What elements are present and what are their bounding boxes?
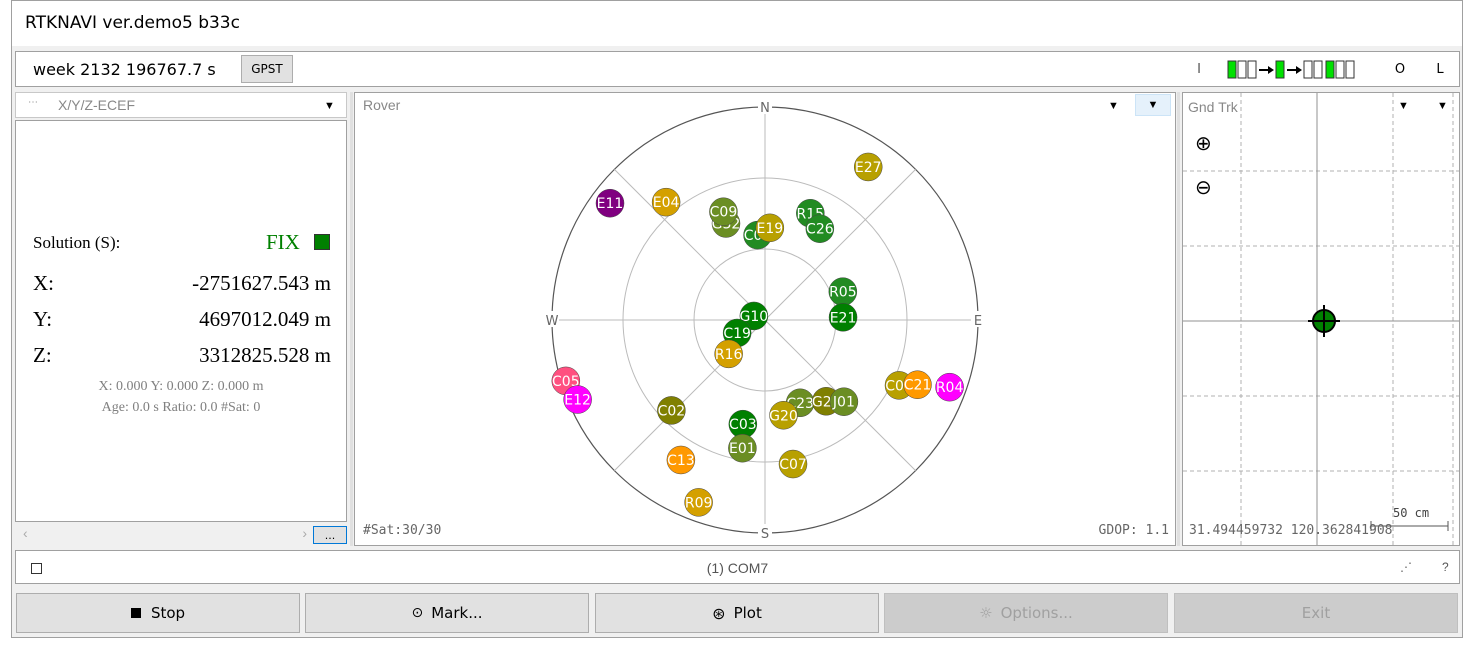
solution-status: FIX	[266, 230, 300, 254]
position-marker-icon	[1308, 305, 1340, 337]
plot-button[interactable]: ⊛ Plot	[595, 593, 879, 633]
ground-track-grid	[1183, 93, 1459, 545]
solution-display: Solution (S): FIX X: -2751627.543 m Y: 4…	[15, 120, 347, 522]
satellite-label: J01	[832, 395, 855, 411]
status-bar: (1) COM7 ⋰ ?	[15, 550, 1460, 584]
satellite-label: R16	[715, 347, 743, 363]
track-coordinates: 31.494459732 120.362841908	[1189, 523, 1393, 538]
satellite-label: E01	[729, 441, 756, 457]
satellite-label: C03	[729, 417, 757, 433]
y-value: 4697012.049 m	[199, 307, 331, 331]
z-value: 3312825.528 m	[199, 343, 331, 367]
options-button[interactable]: ☼ Options...	[884, 593, 1168, 633]
list-icon: ⋯	[28, 97, 38, 108]
splitter-right[interactable]	[1177, 92, 1180, 546]
satellite-label: R05	[829, 285, 857, 301]
stream-indicator	[1226, 60, 1378, 80]
gdop-value: GDOP: 1.1	[1098, 523, 1169, 538]
satellite-label: E12	[564, 393, 591, 409]
scroll-right-icon[interactable]: ›	[302, 525, 307, 541]
track-scale: 50 cm	[1393, 506, 1430, 520]
satellite-label: C02	[658, 403, 686, 419]
satellite-label: E27	[855, 160, 882, 176]
output-stream-button[interactable]: O	[1382, 55, 1418, 83]
track-menu-chevron-icon[interactable]: ▼	[1398, 100, 1409, 112]
log-stream-button[interactable]: L	[1422, 55, 1458, 83]
satellite-label: C07	[779, 457, 807, 473]
stop-button[interactable]: Stop	[16, 593, 300, 633]
toolbar: week 2132 196767.7 s GPST I O L	[15, 51, 1460, 87]
exit-button[interactable]: Exit	[1174, 593, 1458, 633]
satellite-label: E19	[756, 221, 783, 237]
compass-east: E	[974, 314, 982, 329]
skyplot-panel: Rover ▼ ▼ NSEWE11E04G32C09C06E19R15C26E2…	[354, 92, 1176, 546]
x-label: X:	[33, 271, 54, 295]
stop-icon	[130, 608, 141, 618]
x-value: -2751627.543 m	[192, 271, 331, 295]
status-indicator	[314, 234, 330, 250]
help-button[interactable]: ?	[1442, 560, 1449, 574]
time-display: week 2132 196767.7 s	[33, 60, 216, 79]
chevron-down-icon[interactable]: ▼	[324, 100, 335, 112]
track-options-chevron-icon[interactable]: ▼	[1437, 100, 1448, 112]
main-window: RTKNAVI ver.demo5 b33c week 2132 196767.…	[11, 0, 1463, 638]
satellite-label: R09	[685, 495, 713, 511]
plot-icon: ⊛	[712, 603, 726, 623]
solution-label: Solution (S):	[33, 233, 121, 252]
skyplot-chart: NSEWE11E04G32C09C06E19R15C26E27R05E21G10…	[545, 98, 985, 542]
more-options-button[interactable]: ...	[313, 526, 347, 544]
satellite-label: C09	[710, 205, 738, 221]
satellite-label: C19	[723, 326, 751, 342]
solution-scrollbar[interactable]: ‹ ›	[15, 524, 311, 544]
satellite-label: E04	[653, 195, 680, 211]
gear-icon: ☼	[979, 604, 993, 622]
zoom-in-icon[interactable]: ⊕	[1195, 131, 1212, 156]
solution-format-select[interactable]: ⋯ X/Y/Z-ECEF ▼	[15, 92, 347, 118]
compass-south: S	[761, 527, 769, 542]
zoom-out-icon[interactable]: ⊖	[1195, 175, 1212, 200]
splitter-left[interactable]	[350, 92, 353, 546]
time-system-button[interactable]: GPST	[241, 55, 293, 83]
age-line: Age: 0.0 s Ratio: 0.0 #Sat: 0	[101, 400, 261, 415]
track-title: Gnd Trk	[1188, 99, 1238, 115]
compass-west: W	[546, 314, 559, 329]
satellite-label: E21	[830, 310, 857, 326]
stream-status-icon	[1227, 60, 1355, 79]
satellite-label: G20	[769, 408, 798, 424]
satellite-label: R04	[936, 380, 964, 396]
ground-track-panel: Gnd Trk ▼ ▼ ⊕ ⊖ 50 cm 31.494459732 120.3…	[1182, 92, 1460, 546]
input-stream-button[interactable]: I	[1179, 55, 1219, 83]
std-line: X: 0.000 Y: 0.000 Z: 0.000 m	[98, 379, 264, 394]
satellite-count: #Sat:30/30	[363, 523, 442, 538]
satellite-label: C13	[667, 453, 695, 469]
mark-icon: ⊙	[411, 605, 424, 621]
satellite-label: E11	[597, 196, 624, 212]
port-status: (1) COM7	[706, 560, 769, 576]
mark-button[interactable]: ⊙ Mark...	[305, 593, 589, 633]
compass-north: N	[760, 101, 770, 116]
satellite-label: C21	[904, 378, 932, 394]
solution-panel: ⋯ X/Y/Z-ECEF ▼ Solution (S): FIX X: -275…	[15, 92, 347, 546]
scroll-left-icon[interactable]: ‹	[23, 525, 28, 541]
resize-grip-icon[interactable]: ⋰	[1400, 560, 1412, 574]
window-title: RTKNAVI ver.demo5 b33c	[25, 13, 240, 33]
y-label: Y:	[33, 307, 53, 331]
satellite-label: C26	[806, 222, 834, 238]
title-bar: RTKNAVI ver.demo5 b33c	[12, 1, 1462, 46]
z-label: Z:	[33, 343, 52, 367]
